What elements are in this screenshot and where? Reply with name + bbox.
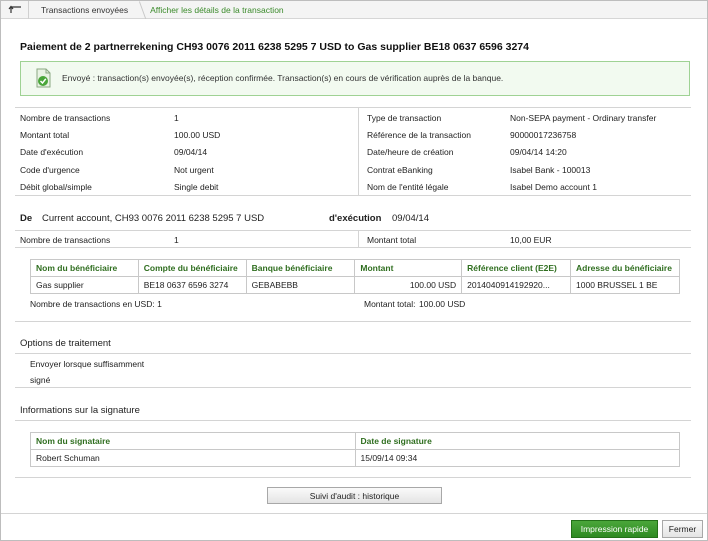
- table-cell: GEBABEBB: [245, 276, 356, 294]
- divider: [15, 321, 691, 322]
- debit-count-value: 1: [174, 235, 179, 245]
- from-account: Current account, CH93 0076 2011 6238 529…: [42, 213, 265, 224]
- summary-label: Référence de la transaction: [367, 130, 471, 140]
- column-header[interactable]: Compte du bénéficiaire: [137, 259, 247, 277]
- divider: [15, 195, 691, 196]
- summary-value: Isabel Bank - 100013: [510, 165, 591, 175]
- back-arrow-icon[interactable]: [1, 0, 29, 19]
- breadcrumb-item-transaction-details: Afficher les détails de la transaction: [150, 4, 284, 15]
- document-check-icon: [35, 68, 52, 88]
- summary-label: Date d'exécution: [20, 147, 84, 157]
- transaction-details-window: Transactions envoyées Afficher les détai…: [0, 0, 708, 541]
- summary-value: Non-SEPA payment - Ordinary transfer: [510, 113, 657, 123]
- column-header[interactable]: Date de signature: [354, 432, 680, 450]
- table-footer-total-label: Montant total:: [364, 299, 416, 309]
- signature-table: Nom du signataire Date de signature Robe…: [30, 432, 680, 467]
- summary-label: Type de transaction: [367, 113, 442, 123]
- debit-total-label: Montant total: [367, 235, 417, 245]
- divider: [15, 107, 691, 108]
- processing-option-line: signé: [30, 375, 51, 385]
- summary-label: Montant total: [20, 130, 70, 140]
- table-cell: 1000 BRUSSEL 1 BE: [570, 276, 680, 294]
- close-button[interactable]: Fermer: [662, 520, 703, 538]
- summary-value: 09/04/14 14:20: [510, 147, 567, 157]
- execution-label: d'exécution: [329, 213, 382, 224]
- column-header[interactable]: Référence client (E2E): [461, 259, 572, 277]
- column-divider: [358, 108, 359, 195]
- table-row[interactable]: Robert Schuman 15/09/14 09:34: [30, 449, 680, 467]
- from-label: De: [20, 213, 33, 224]
- table-header-row: Nom du signataire Date de signature: [30, 432, 680, 450]
- divider: [15, 247, 691, 248]
- table-row[interactable]: Gas supplier BE18 0637 6596 3274 GEBABEB…: [30, 276, 680, 294]
- table-cell: 2014040914192920...: [461, 276, 572, 294]
- debit-total-value: 10,00 EUR: [510, 235, 552, 245]
- processing-options-title: Options de traitement: [20, 338, 111, 349]
- status-alert-text: Envoyé : transaction(s) envoyée(s), réce…: [62, 73, 504, 83]
- summary-label: Nom de l'entité légale: [367, 182, 449, 192]
- summary-label: Date/heure de création: [367, 147, 454, 157]
- table-cell: 15/09/14 09:34: [354, 449, 680, 467]
- divider: [15, 230, 691, 231]
- beneficiaries-table: Nom du bénéficiaire Compte du bénéficiai…: [30, 259, 680, 294]
- footer-divider: [1, 513, 707, 514]
- divider: [15, 387, 691, 388]
- column-header[interactable]: Banque bénéficiaire: [245, 259, 356, 277]
- summary-value: 90000017236758: [510, 130, 577, 140]
- processing-option-line: Envoyer lorsque suffisamment: [30, 359, 145, 369]
- table-cell: BE18 0637 6596 3274: [137, 276, 247, 294]
- divider: [15, 353, 691, 354]
- summary-label: Contrat eBanking: [367, 165, 433, 175]
- audit-trail-button[interactable]: Suivi d'audit : historique: [267, 487, 442, 504]
- divider: [15, 420, 691, 421]
- column-header[interactable]: Montant: [354, 259, 463, 277]
- summary-value: Isabel Demo account 1: [510, 182, 597, 192]
- table-footer-count: Nombre de transactions en USD: 1: [30, 299, 162, 309]
- divider: [15, 477, 691, 478]
- column-divider: [358, 231, 359, 247]
- column-header[interactable]: Nom du signataire: [30, 432, 356, 450]
- quick-print-button[interactable]: Impression rapide: [571, 520, 658, 538]
- summary-label: Code d'urgence: [20, 165, 80, 175]
- table-cell: Gas supplier: [30, 276, 139, 294]
- summary-value: Not urgent: [174, 165, 214, 175]
- status-alert: Envoyé : transaction(s) envoyée(s), réce…: [20, 61, 690, 96]
- table-footer-total-value: 100.00 USD: [419, 299, 466, 309]
- table-cell: Robert Schuman: [30, 449, 356, 467]
- breadcrumb: Transactions envoyées Afficher les détai…: [1, 0, 707, 19]
- summary-label: Débit global/simple: [20, 182, 92, 192]
- signature-info-title: Informations sur la signature: [20, 405, 140, 416]
- breadcrumb-item-sent-transactions[interactable]: Transactions envoyées: [29, 1, 138, 19]
- summary-value: Single debit: [174, 182, 219, 192]
- summary-value: 1: [174, 113, 179, 123]
- column-header[interactable]: Nom du bénéficiaire: [30, 259, 139, 277]
- summary-value: 09/04/14: [174, 147, 208, 157]
- page-title: Paiement de 2 partnerrekening CH93 0076 …: [20, 41, 529, 53]
- table-cell: 100.00 USD: [354, 276, 463, 294]
- summary-value: 100.00 USD: [174, 130, 221, 140]
- debit-count-label: Nombre de transactions: [20, 235, 111, 245]
- column-header[interactable]: Adresse du bénéficiaire: [570, 259, 680, 277]
- table-header-row: Nom du bénéficiaire Compte du bénéficiai…: [30, 259, 680, 277]
- summary-label: Nombre de transactions: [20, 113, 111, 123]
- execution-date: 09/04/14: [392, 213, 429, 224]
